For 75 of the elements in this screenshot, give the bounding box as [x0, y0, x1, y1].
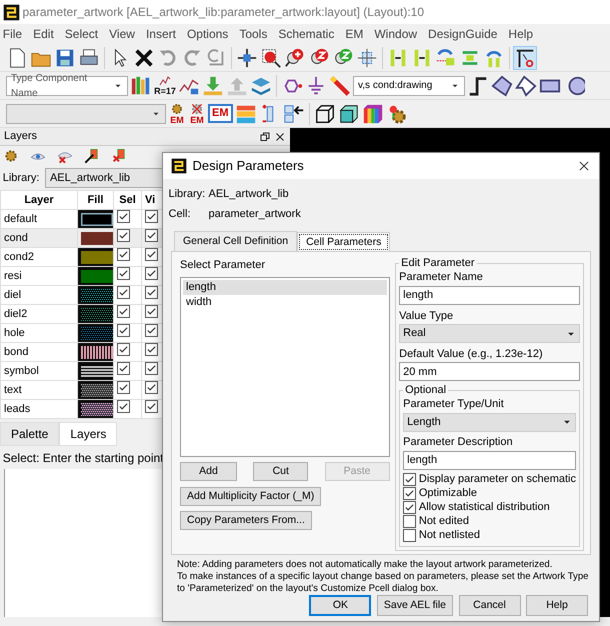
checkbox-label: Display parameter on schematic [418, 472, 576, 488]
menu-item[interactable]: EM [345, 25, 364, 43]
dialog-title: Design Parameters [192, 157, 304, 176]
note-text: Note: Adding parameters does not automatically make the layout artwork parameterized. To make instances of a specific layout change based on parameters, please set the Artwork Type to 'Parameterized' on the layout's Customize Pcell dialog box. [177, 558, 590, 594]
panel-tab[interactable]: Palette [0, 422, 60, 446]
button[interactable]: OK [309, 594, 372, 616]
library-combo[interactable]: AEL_artwork_lib [44, 168, 163, 188]
field-label: Default Value (e.g., 1.23e-12) [399, 346, 544, 362]
field-label: Parameter Description [403, 435, 514, 450]
combo-box[interactable]: Type Component Name [6, 76, 128, 96]
menu-item[interactable]: Tools [239, 25, 268, 43]
field-value: parameter_artwork [208, 207, 301, 222]
status-text: Select: Enter the starting point [2, 450, 164, 464]
field-label: Parameter Name [399, 270, 484, 286]
em-button[interactable]: EM [168, 102, 186, 125]
layer-name[interactable]: diel2 [0, 304, 78, 324]
button[interactable]: Add Multiplicity Factor (_M) [180, 486, 322, 506]
button[interactable]: Help [526, 594, 588, 616]
panel-tab[interactable]: Layers [59, 422, 118, 446]
dropdown[interactable]: Length [403, 412, 576, 432]
button[interactable]: Add [180, 462, 237, 481]
button[interactable]: Save AEL file [376, 594, 453, 616]
layer-name[interactable]: cond2 [0, 248, 78, 266]
menu-item[interactable]: Schematic [278, 25, 334, 43]
section-label: Select Parameter [180, 258, 266, 274]
button[interactable]: Copy Parameters From... [180, 511, 312, 530]
em-button[interactable]: EM [188, 102, 206, 125]
checkbox-label: Optimizable [418, 486, 477, 502]
menu-item[interactable]: Select [64, 25, 98, 43]
dropdown[interactable]: Real [399, 324, 580, 343]
combo-box[interactable]: v,s cond:drawing [353, 76, 465, 96]
parameter-list[interactable]: length width [180, 276, 390, 456]
layer-name[interactable]: cond [0, 228, 78, 248]
button[interactable]: Cancel [458, 594, 520, 616]
text-field[interactable]: length [403, 450, 576, 470]
menu-item[interactable]: View [109, 25, 135, 43]
text-field[interactable]: length [399, 286, 580, 305]
menu-item[interactable]: DesignGuide [428, 25, 498, 43]
menu-item[interactable]: Edit [33, 25, 54, 43]
list-item[interactable]: width [183, 294, 387, 310]
column-header: Layer [0, 190, 78, 210]
column-header: Sel [114, 190, 142, 210]
group-title: Edit Parameter [400, 257, 476, 270]
em-button[interactable]: EM [208, 104, 232, 123]
panel-title: Layers [4, 129, 38, 144]
layer-name[interactable]: text [0, 380, 78, 400]
layer-name[interactable]: resi [0, 266, 78, 286]
resistor-value-button[interactable]: R=17 [154, 75, 176, 96]
field-label: Cell: [168, 207, 192, 222]
field-label: Value Type [399, 308, 454, 324]
layer-name[interactable]: leads [0, 400, 78, 418]
menu-item[interactable]: Help [508, 25, 534, 43]
list-item[interactable]: length [183, 280, 387, 294]
menu-item[interactable]: Window [374, 25, 418, 43]
field-value: AEL_artwork_lib [208, 186, 289, 202]
button[interactable]: Cut [253, 462, 308, 481]
checkbox-label: Not edited [418, 514, 470, 530]
layer-name[interactable]: hole [0, 324, 78, 342]
layer-name[interactable]: default [0, 210, 78, 228]
menu-item[interactable]: Options [186, 25, 228, 43]
window-title: parameter_artwork [AEL_artwork_lib:parameter_artwork:layout] (Layout):10 [22, 4, 424, 21]
tab[interactable]: Cell Parameters [297, 232, 390, 252]
text-field[interactable]: 20 mm [399, 362, 580, 382]
menu-item[interactable]: Insert [146, 25, 176, 43]
column-header: Fill [78, 190, 114, 210]
group-title: Optional [404, 384, 448, 396]
menu-item[interactable]: File [2, 25, 22, 43]
checkbox-label: Not netlisted [418, 528, 480, 544]
layer-name[interactable]: symbol [0, 362, 78, 380]
layer-name[interactable]: bond [0, 342, 78, 362]
checkbox-label: Allow statistical distribution [418, 500, 550, 516]
library-label: Library: [2, 170, 40, 186]
layer-name[interactable]: diel [0, 286, 78, 304]
field-label: Parameter Type/Unit [403, 397, 505, 412]
tab[interactable]: General Cell Definition [174, 230, 298, 252]
